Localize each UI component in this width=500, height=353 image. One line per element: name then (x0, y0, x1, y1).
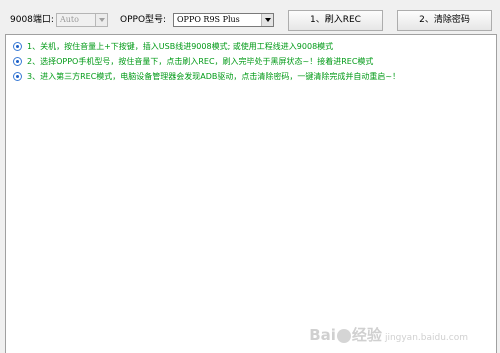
instruction-step: 1、关机，按住音量上+下按键，插入USB线进9008模式; 或使用工程线进入90… (12, 39, 496, 54)
watermark-brand-left: Bai (309, 326, 336, 344)
clear-password-button[interactable]: 2、清除密码 (397, 10, 492, 31)
port-select-value: Auto (60, 15, 79, 24)
port-select[interactable]: Auto (56, 13, 108, 27)
instruction-text: 1、关机，按住音量上+下按键，插入USB线进9008模式; 或使用工程线进入90… (27, 42, 334, 51)
radio-bullet-icon (13, 72, 22, 81)
flash-rec-button[interactable]: 1、刷入REC (288, 10, 383, 31)
instruction-text: 3、进入第三方REC模式，电脑设备管理器会发现ADB驱动，点击清除密码，一键清除… (27, 72, 401, 81)
instructions-panel: 1、关机，按住音量上+下按键，插入USB线进9008模式; 或使用工程线进入90… (5, 34, 497, 353)
instruction-step: 2、选择OPPO手机型号，按住音量下，点击刷入REC，刷入完毕处于黑屏状态~！接… (12, 54, 496, 69)
chevron-down-icon[interactable] (261, 14, 273, 26)
port-label: 9008端口: (10, 15, 54, 25)
baidu-watermark: Bai 经验 jingyan.baidu.com (309, 324, 468, 345)
radio-bullet-icon (13, 57, 22, 66)
model-select[interactable]: OPPO R9S Plus (173, 13, 274, 27)
paw-icon (336, 328, 351, 343)
watermark-url: jingyan.baidu.com (384, 333, 468, 343)
instruction-text: 2、选择OPPO手机型号，按住音量下，点击刷入REC，刷入完毕处于黑屏状态~！接… (27, 57, 374, 66)
model-select-value: OPPO R9S Plus (177, 15, 240, 24)
model-label: OPPO型号: (120, 15, 167, 25)
instruction-step: 3、进入第三方REC模式，电脑设备管理器会发现ADB驱动，点击清除密码，一键清除… (12, 69, 496, 84)
chevron-down-icon (95, 14, 107, 26)
app-window: 9008端口: Auto OPPO型号: OPPO R9S Plus 1、刷入R… (0, 0, 500, 353)
radio-bullet-icon (13, 42, 22, 51)
toolbar: 9008端口: Auto OPPO型号: OPPO R9S Plus 1、刷入R… (0, 0, 500, 34)
instructions-list: 1、关机，按住音量上+下按键，插入USB线进9008模式; 或使用工程线进入90… (6, 35, 496, 84)
watermark-brand-right: 经验 (351, 326, 382, 344)
